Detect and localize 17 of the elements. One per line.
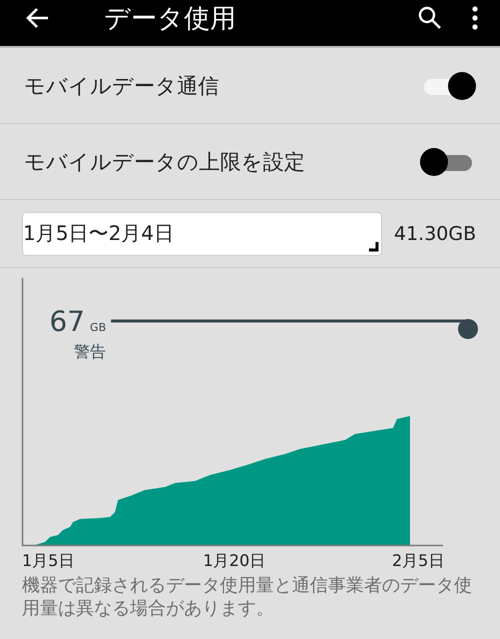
date-axis-label: 1月5日 (22, 551, 74, 570)
screen-title: データ使用 (104, 2, 237, 36)
usage-amount: 41.30GB (394, 222, 476, 244)
back-arrow-icon[interactable] (26, 7, 50, 29)
date-axis-label: 1月20日 (203, 551, 266, 570)
warning-unit: GB (90, 321, 106, 334)
date-range-dropdown[interactable]: 1月5日〜2月4日 (22, 212, 382, 256)
setting-label: モバイルデータの上限を設定 (24, 148, 305, 176)
corner-icon (367, 240, 379, 252)
setting-label: モバイルデータ通信 (24, 72, 219, 100)
warning-label: 警告 (74, 342, 106, 361)
search-icon[interactable] (418, 6, 442, 30)
more-options-icon[interactable] (472, 6, 478, 30)
data-usage-note: 機器で記録されるデータ使用量と通信事業者のデータ使用量は異なる場合があります。 (21, 574, 473, 621)
date-axis-label: 2月5日 (392, 551, 444, 570)
warning-value: 67 (49, 305, 85, 338)
warning-line[interactable] (111, 319, 478, 339)
